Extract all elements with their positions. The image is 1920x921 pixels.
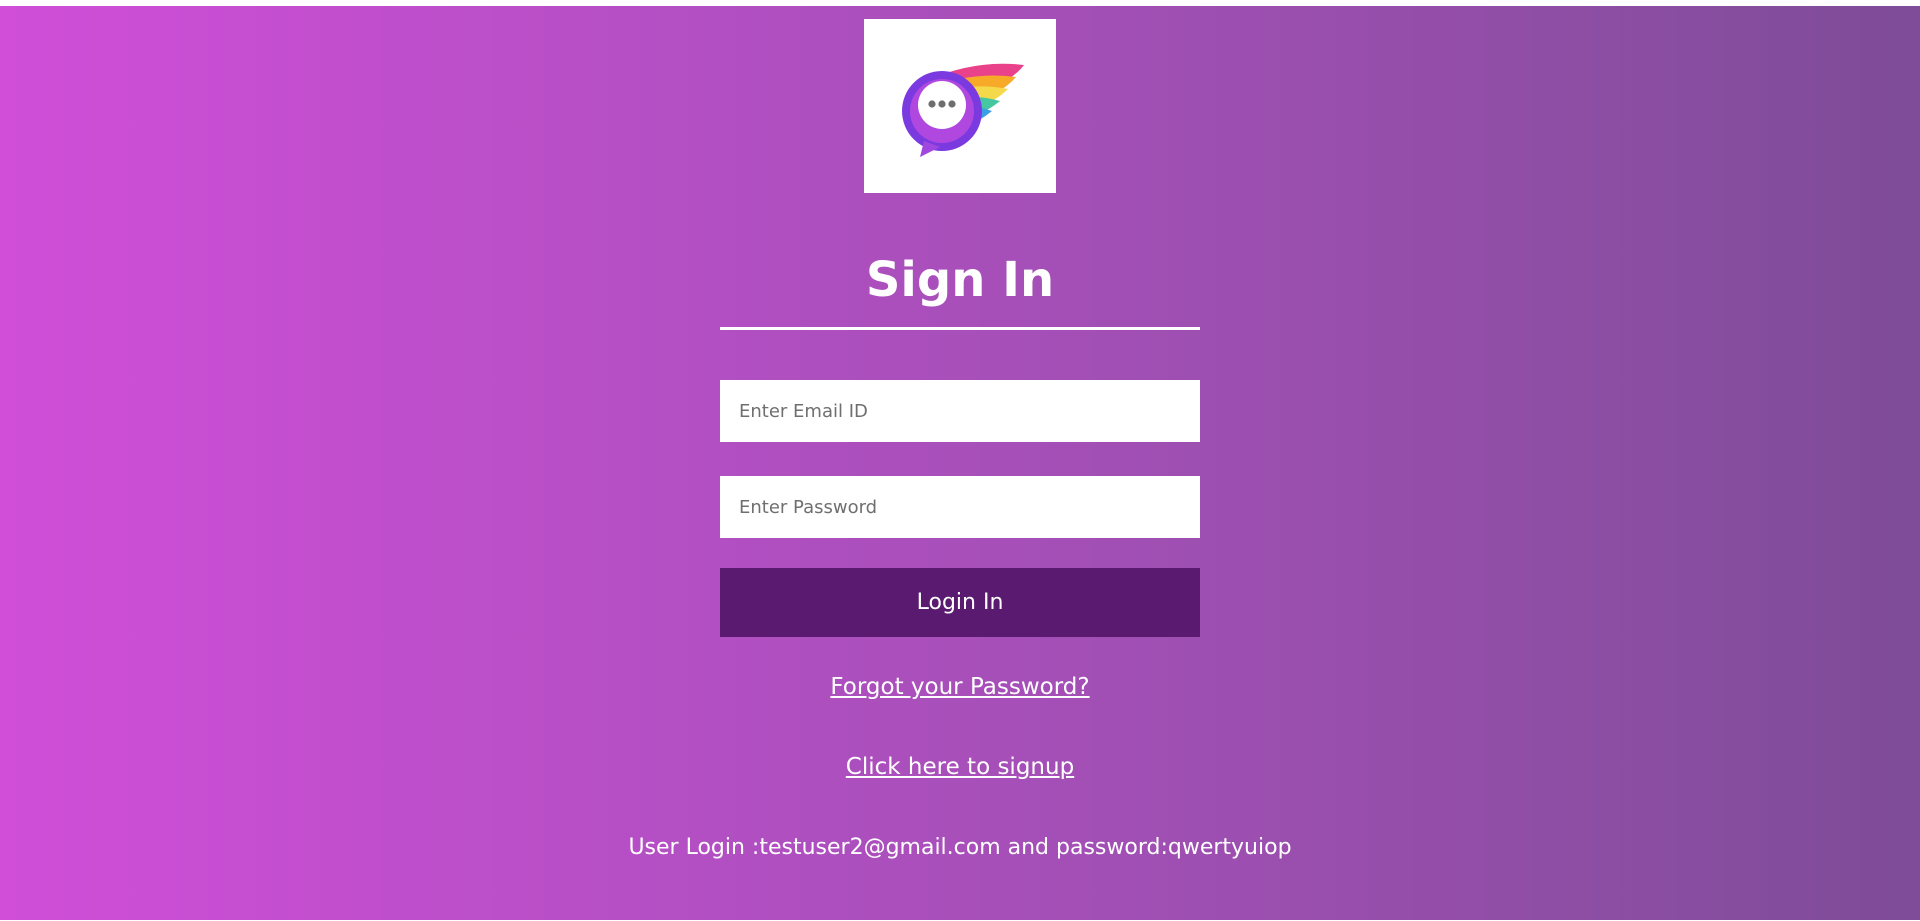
- password-field[interactable]: [720, 476, 1200, 538]
- login-info-text: User Login :testuser2@gmail.com and pass…: [628, 835, 1292, 860]
- app-logo: [864, 19, 1056, 193]
- signup-link[interactable]: Click here to signup: [720, 754, 1200, 780]
- page-title: Sign In: [865, 252, 1055, 308]
- forgot-password-link[interactable]: Forgot your Password?: [720, 674, 1200, 700]
- chat-bubble-wing-logo-icon: [902, 63, 1024, 157]
- email-field[interactable]: [720, 380, 1200, 442]
- title-divider: [720, 327, 1200, 330]
- login-button[interactable]: Login In: [720, 568, 1200, 637]
